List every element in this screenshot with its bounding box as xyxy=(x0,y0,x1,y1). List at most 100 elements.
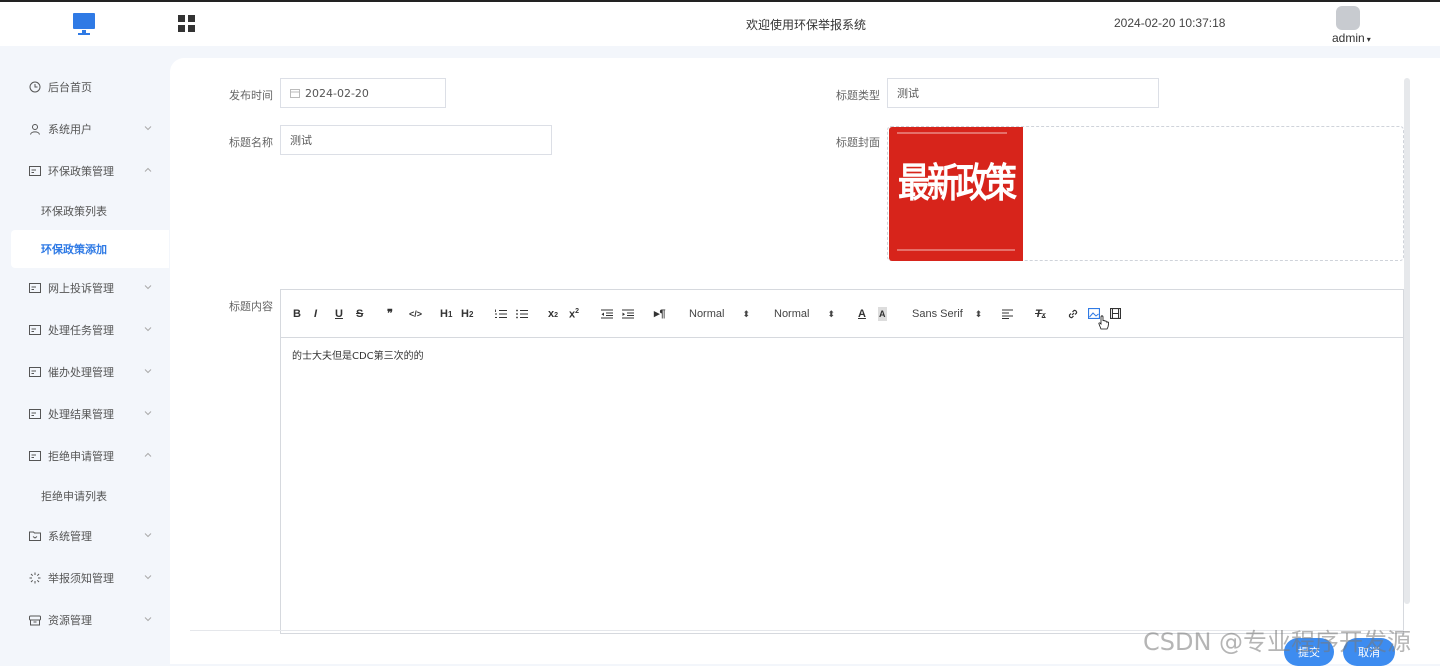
cover-label: 标题封面 xyxy=(836,136,880,149)
ordered-list-icon[interactable] xyxy=(495,309,507,319)
link-icon[interactable] xyxy=(1067,308,1079,320)
monitor-logo-icon xyxy=(73,13,95,35)
bullet-list-icon[interactable] xyxy=(516,309,528,319)
sidebar-item-system-users[interactable]: 系统用户 xyxy=(11,110,169,148)
sidebar-item-label: 系统用户 xyxy=(48,123,92,136)
chevron-down-icon xyxy=(144,369,152,374)
chevron-down-icon xyxy=(144,411,152,416)
username: admin xyxy=(1332,31,1365,45)
sidebar-item-label: 举报须知管理 xyxy=(48,572,114,585)
select-arrows-icon: ⬍ xyxy=(827,309,835,319)
top-bar: 欢迎使用环保举报系统 2024-02-20 10:37:18 admin ▾ xyxy=(0,0,1440,46)
bold-icon[interactable]: B xyxy=(293,307,301,321)
cover-upload[interactable]: 最新政策 xyxy=(887,126,1404,261)
content-label: 标题内容 xyxy=(229,300,273,313)
video-icon[interactable] xyxy=(1110,308,1121,319)
sidebar-item-system-management[interactable]: 系统管理 xyxy=(11,517,169,555)
sidebar-item-resource-management[interactable]: 资源管理 xyxy=(11,601,169,639)
folder-icon xyxy=(29,531,41,541)
header-select-value: Normal xyxy=(774,308,810,320)
grid-menu-icon[interactable] xyxy=(178,15,196,33)
card-icon xyxy=(29,166,41,176)
chevron-down-icon xyxy=(144,533,152,538)
sidebar-item-reject-management[interactable]: 拒绝申请管理 xyxy=(11,437,169,475)
size-select-value: Normal xyxy=(689,308,725,320)
chevron-down-icon xyxy=(144,575,152,580)
sidebar-item-label: 拒绝申请管理 xyxy=(48,450,114,463)
editor-toolbar: B I U S ❞ </> H1 H2 x2 x2 ▸¶ Normal ⬍ Nor… xyxy=(281,290,1403,338)
datetime: 2024-02-20 10:37:18 xyxy=(1114,16,1226,30)
sidebar-item-label: 资源管理 xyxy=(48,614,92,627)
sidebar-item-policy-list[interactable]: 环保政策列表 xyxy=(11,192,169,230)
sidebar-item-complaint-management[interactable]: 网上投诉管理 xyxy=(11,269,169,307)
chevron-down-icon xyxy=(144,126,152,131)
sidebar-item-urge-management[interactable]: 催办处理管理 xyxy=(11,353,169,391)
sidebar-item-home[interactable]: 后台首页 xyxy=(11,68,169,106)
font-select[interactable]: Sans Serif ⬍ xyxy=(912,308,982,320)
calendar-icon xyxy=(290,89,300,98)
type-label: 标题类型 xyxy=(836,89,880,102)
strike-icon[interactable]: S xyxy=(356,307,363,321)
align-icon[interactable] xyxy=(1002,309,1013,319)
publish-time-picker[interactable]: 2024-02-20 xyxy=(280,78,446,108)
background-color-icon[interactable]: A xyxy=(878,307,887,321)
sidebar-item-result-management[interactable]: 处理结果管理 xyxy=(11,395,169,433)
loading-icon xyxy=(29,572,41,584)
sidebar-item-notice-management[interactable]: 举报须知管理 xyxy=(11,559,169,597)
italic-icon[interactable]: I xyxy=(314,307,317,321)
type-input[interactable]: 测试 xyxy=(887,78,1159,108)
subscript-icon[interactable]: x2 xyxy=(548,307,558,323)
watermark: CSDN @专业程序开发源 xyxy=(1143,628,1412,656)
clear-format-icon[interactable]: Tx xyxy=(1035,307,1046,323)
select-arrows-icon: ⬍ xyxy=(974,309,983,319)
name-value: 测试 xyxy=(290,134,312,147)
user-icon xyxy=(30,124,40,135)
header-2-icon[interactable]: H2 xyxy=(461,307,473,322)
avatar[interactable] xyxy=(1336,6,1360,30)
sidebar-item-reject-list[interactable]: 拒绝申请列表 xyxy=(11,477,169,515)
sidebar-item-policy-add[interactable]: 环保政策添加 xyxy=(11,230,169,268)
chevron-up-icon xyxy=(144,167,152,172)
select-arrows-icon: ⬍ xyxy=(742,309,750,319)
type-value: 测试 xyxy=(897,87,919,100)
chevron-down-icon xyxy=(144,285,152,290)
box-icon xyxy=(29,615,41,626)
editor-content[interactable]: 的士大夫但是CDC第三次的的 xyxy=(292,347,424,362)
system-title: 欢迎使用环保举报系统 xyxy=(746,18,867,32)
card-icon xyxy=(29,325,41,335)
text-direction-icon[interactable]: ▸¶ xyxy=(654,307,666,321)
user-dropdown[interactable]: admin ▾ xyxy=(1332,31,1371,45)
clock-icon xyxy=(29,81,41,93)
superscript-icon[interactable]: x2 xyxy=(569,305,579,322)
sidebar-item-label: 处理结果管理 xyxy=(48,408,114,421)
card-icon xyxy=(29,283,41,293)
sidebar-item-task-management[interactable]: 处理任务管理 xyxy=(11,311,169,349)
name-input[interactable]: 测试 xyxy=(280,125,552,155)
outdent-icon[interactable] xyxy=(601,309,613,319)
chevron-down-icon xyxy=(144,617,152,622)
card-icon xyxy=(29,367,41,377)
cover-image[interactable]: 最新政策 xyxy=(889,127,1023,261)
vertical-scrollbar[interactable] xyxy=(1404,78,1410,604)
sidebar-item-label: 环保政策管理 xyxy=(48,165,114,178)
card-icon xyxy=(29,451,41,461)
indent-icon[interactable] xyxy=(622,309,634,319)
sidebar-item-policy-management[interactable]: 环保政策管理 xyxy=(11,152,169,190)
publish-time-label: 发布时间 xyxy=(229,89,273,102)
sidebar: 后台首页 系统用户 环保政策管理 环保政策列表 环保政策添加 网上投诉管理 处理… xyxy=(0,46,170,664)
header-1-icon[interactable]: H1 xyxy=(440,307,452,322)
sidebar-item-label: 后台首页 xyxy=(48,81,92,94)
chevron-up-icon xyxy=(144,452,152,457)
caret-down-icon: ▾ xyxy=(1366,35,1371,44)
size-select[interactable]: Normal ⬍ xyxy=(689,308,750,320)
blockquote-icon[interactable]: ❞ xyxy=(387,307,393,321)
code-block-icon[interactable]: </> xyxy=(409,307,422,321)
hand-cursor-icon xyxy=(1098,315,1109,330)
underline-icon[interactable]: U xyxy=(335,307,343,321)
font-color-icon[interactable]: A xyxy=(858,307,866,321)
sidebar-item-label: 系统管理 xyxy=(48,530,92,543)
header-select[interactable]: Normal ⬍ xyxy=(774,308,835,320)
sidebar-item-label: 处理任务管理 xyxy=(48,324,114,337)
rich-text-editor: B I U S ❞ </> H1 H2 x2 x2 ▸¶ Normal ⬍ Nor… xyxy=(280,289,1404,634)
name-label: 标题名称 xyxy=(229,136,273,149)
